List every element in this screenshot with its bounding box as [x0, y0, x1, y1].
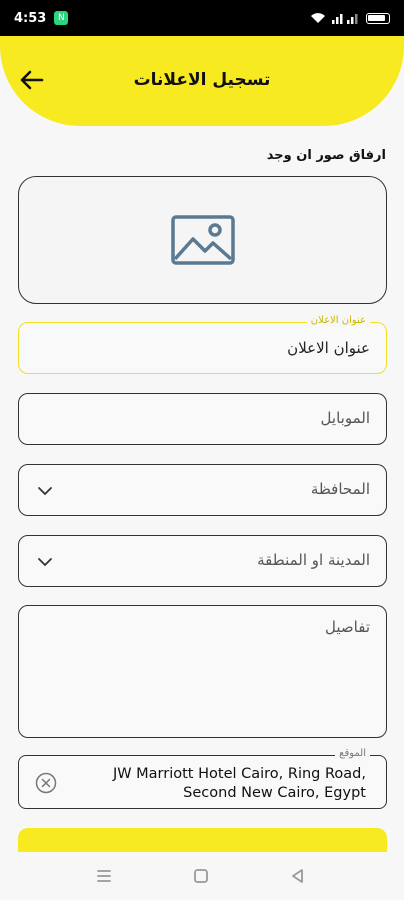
city-select[interactable]: المدينة او المنطقة	[18, 535, 387, 587]
menu-lines-icon[interactable]	[94, 866, 114, 886]
location-label: الموقع	[335, 748, 370, 759]
image-placeholder-icon	[170, 215, 235, 265]
ad-title-input[interactable]: عنوان الاعلان	[287, 339, 370, 357]
clear-circle-icon[interactable]	[35, 772, 57, 794]
governorate-placeholder: المحافظة	[310, 480, 370, 498]
location-line-1: JW Marriott Hotel Cairo, Ring Road,	[112, 766, 366, 782]
status-time: 4:53	[14, 10, 47, 26]
page-title: تسجيل الاعلانات	[133, 70, 271, 90]
ad-title-label: عنوان الاعلان	[306, 315, 370, 326]
battery-icon	[366, 12, 390, 24]
square-home-icon[interactable]	[191, 866, 211, 886]
wifi-icon	[311, 13, 325, 23]
location-value: JW Marriott Hotel Cairo, Ring Road, Seco…	[66, 765, 366, 803]
signal-icon	[332, 14, 358, 24]
location-field[interactable]: الموقع JW Marriott Hotel Cairo, Ring Roa…	[18, 748, 387, 809]
details-placeholder: تفاصيل	[325, 618, 370, 636]
system-nav-bar	[0, 852, 404, 900]
notification-badge-icon: N	[54, 11, 69, 25]
image-picker[interactable]	[18, 176, 387, 304]
mobile-input[interactable]: الموبايل	[321, 409, 370, 427]
location-line-2: Second New Cairo, Egypt	[183, 785, 366, 801]
city-placeholder: المدينة او المنطقة	[257, 551, 370, 569]
image-attach-label: ارفاق صور ان وجد	[266, 148, 386, 163]
app-header: تسجيل الاعلانات	[0, 36, 404, 126]
mobile-field[interactable]: الموبايل	[18, 393, 387, 445]
chevron-down-icon	[38, 487, 52, 496]
status-bar: 4:53 N	[0, 0, 404, 36]
governorate-select[interactable]: المحافظة	[18, 464, 387, 516]
chevron-down-icon	[38, 558, 52, 567]
triangle-back-icon[interactable]	[288, 866, 308, 886]
ad-title-field[interactable]: عنوان الاعلان عنوان الاعلان	[18, 315, 387, 374]
details-textarea[interactable]: تفاصيل	[18, 605, 387, 738]
